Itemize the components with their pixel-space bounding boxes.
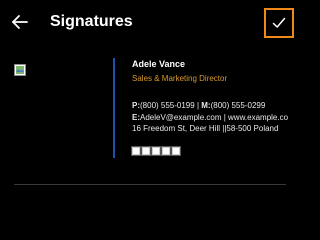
social-icon-5[interactable] [171, 146, 181, 156]
website-value: www.example.co [228, 112, 289, 122]
email-value: AdeleV@example.com [140, 112, 222, 122]
page-title: Signatures [50, 13, 133, 30]
social-icon-4[interactable] [161, 146, 171, 156]
signature-divider [113, 58, 115, 158]
social-icon-3[interactable] [151, 146, 161, 156]
email-row: E:AdeleV@example.com | www.example.co [132, 112, 298, 124]
phone-label: P: [132, 101, 140, 110]
signature-contacts: P:(800) 555-0199 | M:(800) 555-0299 E:Ad… [132, 100, 298, 135]
confirm-button[interactable] [264, 8, 294, 38]
address-row: 16 Freedom St, Deer Hill ||58-500 Poland [132, 124, 279, 133]
social-icons-row [131, 146, 181, 157]
app-header: Signatures [0, 0, 300, 44]
broken-image-icon [14, 63, 26, 76]
signature-name: Adele Vance [132, 59, 186, 69]
back-button[interactable] [9, 11, 31, 33]
signature-role: Sales & Marketing Director [132, 74, 228, 83]
phone-row: P:(800) 555-0199 | M:(800) 555-0299 [132, 100, 298, 112]
signatures-screen: Signatures Adele Vance Sales & Marketing… [0, 0, 300, 211]
social-icon-1[interactable] [131, 146, 141, 156]
mobile-value: (800) 555-0299 [210, 101, 266, 110]
arrow-left-icon [12, 15, 28, 29]
phone-value: (800) 555-0199 [140, 101, 195, 110]
section-divider [14, 184, 286, 185]
signature-preview[interactable]: Adele Vance Sales & Marketing Director P… [132, 58, 298, 135]
checkmark-icon [272, 17, 286, 28]
email-label: E: [132, 112, 140, 122]
social-icon-2[interactable] [141, 146, 151, 156]
mobile-label: M: [201, 101, 211, 110]
